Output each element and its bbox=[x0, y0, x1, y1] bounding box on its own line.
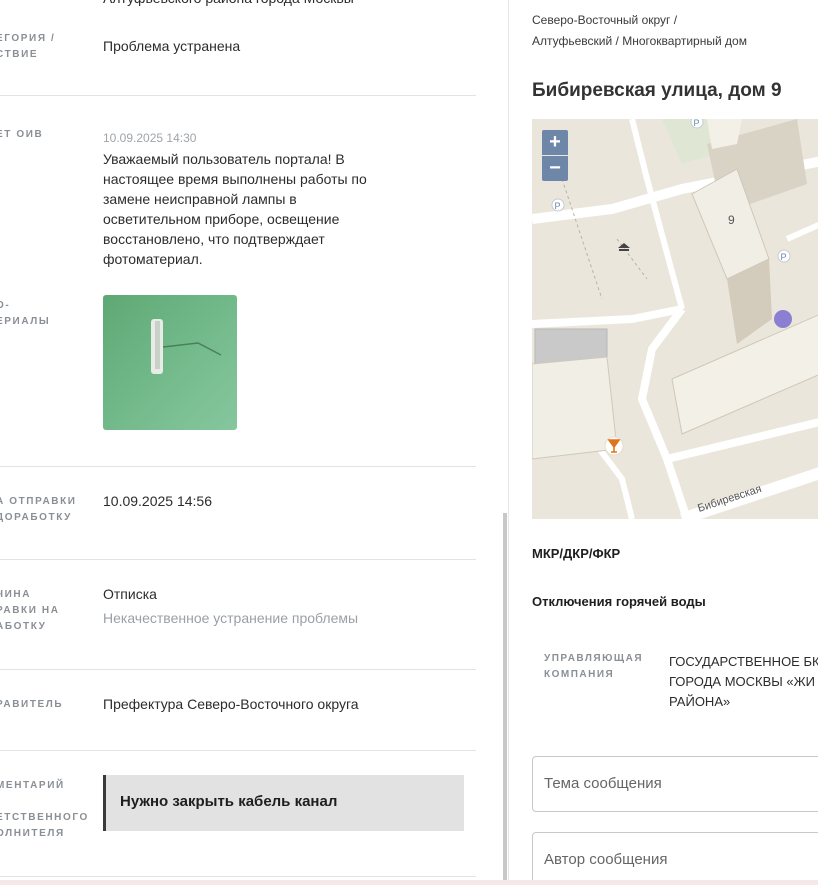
mc-value-line: ГОРОДА МОСКВЫ «ЖИ bbox=[669, 674, 815, 689]
divider bbox=[0, 95, 476, 96]
answer-line: осветительном приборе, освещение bbox=[103, 211, 340, 227]
parking-icon: P bbox=[694, 119, 700, 128]
message-subject-input[interactable]: Тема сообщения bbox=[532, 756, 818, 812]
sent-label: А ОТПРАВКИ ДОРАБОТКУ bbox=[0, 494, 86, 526]
category-label-line: ЕГОРИЯ / bbox=[0, 33, 56, 44]
category-label: ЕГОРИЯ / СТВИЕ bbox=[0, 31, 86, 63]
object-info-panel: Северо-Восточный округ / Алтуфьевский / … bbox=[509, 0, 818, 885]
answer-line: Уважаемый пользователь портала! В bbox=[103, 151, 345, 167]
reason-label-line: АБОТКУ bbox=[0, 621, 47, 632]
comment-label: МЕНТАРИЙ ЕТСТВЕННОГО ОЛНИТЕЛЯ bbox=[0, 778, 89, 842]
executor-comment: Нужно закрыть кабель канал bbox=[103, 775, 464, 831]
answer-line: замене неисправной лампы в bbox=[103, 191, 297, 207]
parking-icon: P bbox=[555, 201, 561, 211]
divider bbox=[0, 750, 476, 751]
divider bbox=[0, 669, 476, 670]
comment-label-line: МЕНТАРИЙ bbox=[0, 780, 65, 791]
answer-line: фотоматериал. bbox=[103, 251, 203, 267]
message-author-input[interactable]: Автор сообщения bbox=[532, 832, 818, 885]
management-company-value: ГОСУДАРСТВЕННОЕ БК ГОРОДА МОСКВЫ «ЖИ РАЙ… bbox=[669, 652, 818, 712]
photo-label-line: ЕРИАЛЫ bbox=[0, 316, 51, 327]
answer-line: настоящее время выполнены работы по bbox=[103, 171, 367, 187]
answer-label: ЕТ ОИВ bbox=[0, 129, 44, 140]
reason-value: Отписка bbox=[103, 586, 157, 602]
mc-value-line: ГОСУДАРСТВЕННОЕ БК bbox=[669, 654, 818, 669]
reason-label: ЧИНА РАВКИ НА АБОТКУ bbox=[0, 587, 86, 635]
answer-date: 10.09.2025 14:30 bbox=[103, 131, 197, 145]
reason-label-line: ЧИНА bbox=[0, 589, 32, 600]
comment-label-line: ОЛНИТЕЛЯ bbox=[0, 828, 65, 839]
photo-label-line: О- bbox=[0, 300, 11, 311]
answer-text: Уважаемый пользователь портала! В настоя… bbox=[103, 149, 393, 269]
map[interactable]: 9 P P P Бибиревская + − bbox=[532, 119, 818, 519]
object-address: Бибиревская улица, дом 9 bbox=[532, 80, 782, 101]
breadcrumb-line: Алтуфьевский / Многоквартирный дом bbox=[532, 34, 747, 48]
mc-value-line: РАЙОНА» bbox=[669, 694, 731, 709]
divider bbox=[0, 559, 476, 560]
hot-water-section[interactable]: Отключения горячей воды bbox=[532, 594, 706, 609]
zoom-in-button[interactable]: + bbox=[542, 130, 568, 155]
sender-label: РАВИТЕЛЬ bbox=[0, 699, 64, 710]
comment-label-gap bbox=[0, 794, 86, 810]
mc-label-line: УПРАВЛЯЮЩАЯ bbox=[544, 653, 644, 664]
divider bbox=[0, 876, 476, 877]
breadcrumb-line: Северо-Восточный округ / bbox=[532, 13, 678, 27]
bottom-strip bbox=[0, 880, 818, 885]
management-company-label: УПРАВЛЯЮЩАЯ КОМПАНИЯ bbox=[544, 651, 654, 683]
answer-line: восстановлено, что подтверждает bbox=[103, 231, 325, 247]
divider bbox=[0, 466, 476, 467]
request-details-panel: Алтуфьевского района города Москвы ЕГОРИ… bbox=[0, 0, 505, 885]
reason-label-line: РАВКИ НА bbox=[0, 605, 60, 616]
category-value: Проблема устранена bbox=[103, 38, 241, 54]
mc-label-line: КОМПАНИЯ bbox=[544, 669, 615, 680]
area-text: Алтуфьевского района города Москвы bbox=[103, 0, 354, 8]
sender-value: Префектура Северо-Восточного округа bbox=[103, 696, 359, 712]
comment-label-line: ЕТСТВЕННОГО bbox=[0, 812, 89, 823]
object-marker[interactable] bbox=[774, 310, 792, 328]
reason-detail: Некачественное устранение проблемы bbox=[103, 610, 359, 626]
photo-thumbnail[interactable] bbox=[103, 295, 237, 430]
photo-label: О- ЕРИАЛЫ bbox=[0, 298, 86, 330]
sent-value: 10.09.2025 14:56 bbox=[103, 493, 212, 509]
capital-repair-section[interactable]: МКР/ДКР/ФКР bbox=[532, 546, 620, 561]
parking-icon: P bbox=[781, 252, 787, 262]
zoom-out-button[interactable]: − bbox=[542, 156, 568, 181]
sent-label-line: ДОРАБОТКУ bbox=[0, 512, 72, 523]
bar-icon bbox=[604, 436, 624, 456]
building-number: 9 bbox=[728, 213, 735, 227]
category-label-line: СТВИЕ bbox=[0, 49, 39, 60]
sent-label-line: А ОТПРАВКИ bbox=[0, 496, 77, 507]
scrollbar[interactable] bbox=[503, 513, 507, 885]
